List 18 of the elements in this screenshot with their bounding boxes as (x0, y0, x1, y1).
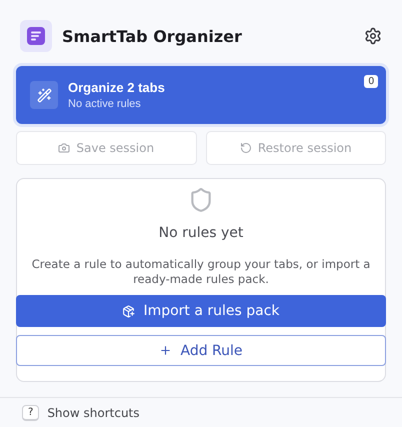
plus-icon (159, 344, 172, 357)
package-icon (122, 304, 136, 318)
import-rules-button[interactable]: Import a rules pack (16, 295, 386, 327)
rule-count-badge: 0 (364, 75, 378, 88)
app-logo-icon (20, 20, 52, 52)
camera-icon (58, 142, 70, 154)
settings-icon[interactable] (364, 27, 382, 45)
wand-icon (30, 81, 58, 109)
empty-description: Create a rule to automatically group your tabs, or import a ready-made rules pack. (30, 257, 372, 287)
shortcuts-label[interactable]: Show shortcuts (47, 406, 140, 420)
restore-icon (240, 142, 252, 154)
organize-button[interactable]: Organize 2 tabs No active rules 0 (16, 66, 386, 124)
empty-title: No rules yet (158, 225, 244, 241)
organize-title: Organize 2 tabs (68, 80, 165, 95)
add-rule-button[interactable]: Add Rule (16, 335, 386, 366)
organize-subtitle: No active rules (68, 98, 142, 110)
app-title: SmartTab Organizer (62, 26, 243, 46)
shortcut-key[interactable]: ? (22, 404, 40, 420)
